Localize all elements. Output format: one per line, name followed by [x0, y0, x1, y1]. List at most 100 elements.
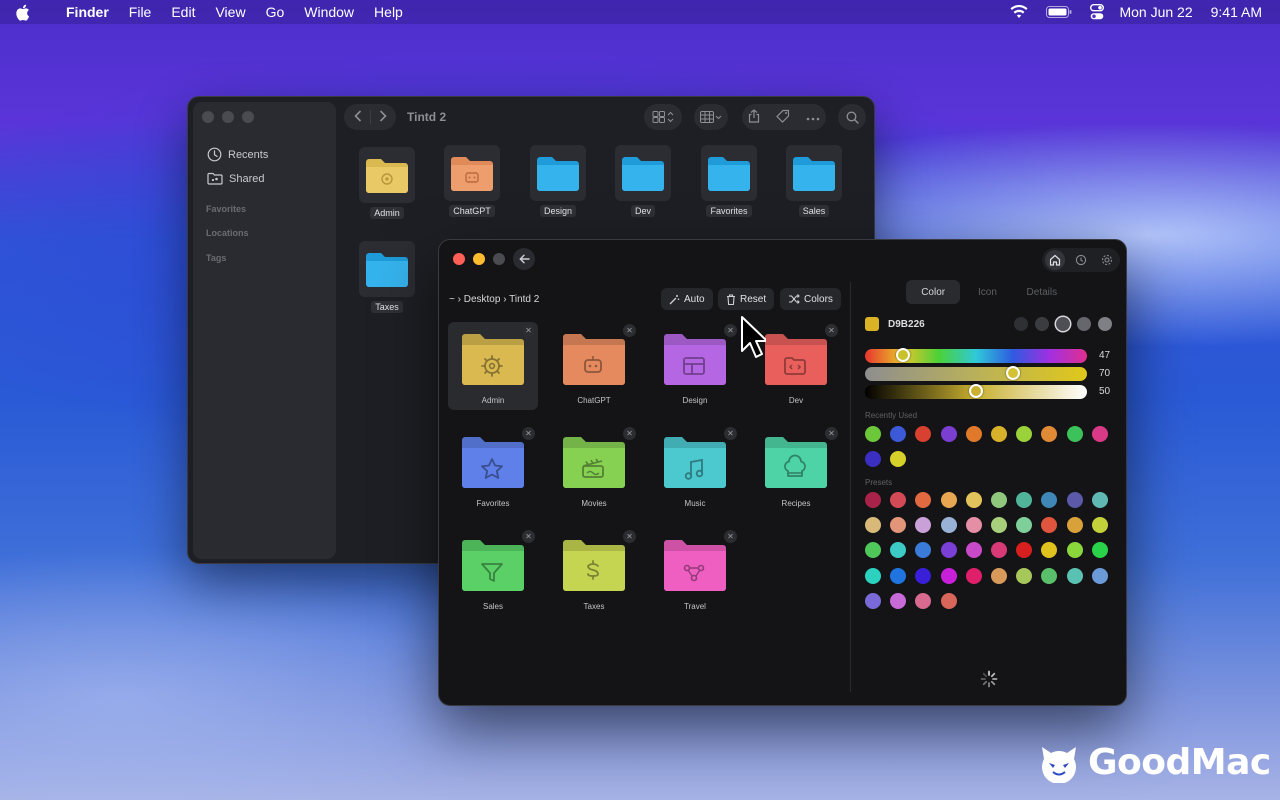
color-swatch[interactable]	[890, 426, 907, 442]
shade-swatch[interactable]	[1014, 317, 1028, 331]
tag-button[interactable]	[776, 109, 790, 126]
minimize-button[interactable]	[222, 111, 234, 123]
folder-item[interactable]: Sales	[785, 145, 843, 219]
color-swatch[interactable]	[1041, 492, 1058, 508]
menu-help[interactable]: Help	[364, 0, 413, 24]
breadcrumb[interactable]: ~ › Desktop › Tintd 2	[449, 294, 539, 305]
colors-button[interactable]: Colors	[780, 288, 841, 310]
sidebar-section-favorites[interactable]: Favorites	[206, 204, 246, 214]
color-swatch[interactable]	[1066, 492, 1083, 508]
auto-button[interactable]: Auto	[661, 288, 713, 310]
close-button[interactable]	[202, 111, 214, 123]
menu-date[interactable]: Mon Jun 22	[1113, 0, 1202, 24]
folder-item-sales[interactable]: ✕ Sales	[448, 528, 538, 616]
color-swatch[interactable]	[991, 517, 1007, 534]
color-swatch[interactable]	[940, 517, 957, 534]
zoom-button[interactable]	[242, 111, 254, 123]
shade-swatch[interactable]	[1098, 317, 1112, 331]
color-swatch[interactable]	[1041, 542, 1058, 559]
color-swatch[interactable]	[965, 517, 982, 534]
folder-item[interactable]: Taxes	[358, 241, 416, 315]
folder-item-admin[interactable]: ✕ Admin	[448, 322, 538, 410]
folder-item[interactable]: Design	[529, 145, 587, 219]
color-swatch[interactable]	[1066, 567, 1083, 584]
shade-swatch[interactable]	[1035, 317, 1049, 331]
minimize-button[interactable]	[473, 253, 485, 265]
folder-item-design[interactable]: ✕ Design	[650, 322, 740, 410]
menu-file[interactable]: File	[119, 0, 162, 24]
color-swatch[interactable]	[1091, 567, 1108, 584]
color-swatch[interactable]	[991, 542, 1007, 559]
color-swatch[interactable]	[1066, 426, 1083, 442]
color-swatch[interactable]	[865, 542, 881, 559]
color-swatch[interactable]	[940, 492, 957, 508]
folder-item-chatgpt[interactable]: ✕ ChatGPT	[549, 322, 639, 410]
color-swatch[interactable]	[1091, 492, 1108, 508]
color-swatch[interactable]	[940, 426, 957, 442]
folder-item[interactable]: Dev	[614, 145, 672, 219]
search-button[interactable]	[838, 104, 866, 130]
wifi-icon[interactable]	[1001, 5, 1037, 19]
color-swatch[interactable]	[865, 592, 881, 609]
back-button[interactable]	[353, 109, 362, 125]
hex-value[interactable]: D9B226	[888, 319, 925, 330]
folder-item[interactable]: Admin	[358, 147, 416, 221]
folder-item-movies[interactable]: ✕ Movies	[549, 425, 639, 513]
tab-color[interactable]: Color	[906, 280, 961, 304]
color-swatch[interactable]	[991, 426, 1007, 442]
color-swatch[interactable]	[865, 492, 881, 508]
sidebar-item-recents[interactable]: Recents	[207, 147, 268, 162]
color-swatch[interactable]	[915, 492, 932, 508]
color-swatch[interactable]	[1016, 426, 1033, 442]
color-swatch[interactable]	[1066, 517, 1083, 534]
more-button[interactable]	[806, 110, 820, 124]
color-swatch[interactable]	[890, 517, 907, 534]
color-swatch[interactable]	[965, 492, 982, 508]
menu-edit[interactable]: Edit	[161, 0, 205, 24]
color-swatch[interactable]	[915, 542, 932, 559]
folder-item-taxes[interactable]: ✕ Taxes	[549, 528, 639, 616]
menu-app-name[interactable]: Finder	[44, 0, 119, 24]
folder-item[interactable]: ChatGPT	[443, 145, 501, 219]
control-center-icon[interactable]	[1081, 4, 1113, 20]
color-swatch[interactable]	[940, 567, 957, 584]
folder-item[interactable]: Favorites	[700, 145, 758, 219]
back-button[interactable]	[513, 248, 535, 270]
color-swatch[interactable]	[865, 451, 881, 468]
history-button[interactable]	[1071, 250, 1091, 270]
color-swatch[interactable]	[915, 567, 932, 584]
home-button[interactable]	[1045, 250, 1065, 270]
color-swatch[interactable]	[1016, 567, 1033, 584]
folder-item-travel[interactable]: ✕ Travel	[650, 528, 740, 616]
hue-slider-knob[interactable]	[896, 348, 911, 362]
color-swatch[interactable]	[890, 492, 907, 508]
hue-slider[interactable]	[865, 348, 1087, 363]
brightness-slider-knob[interactable]	[969, 384, 983, 398]
sidebar-section-tags[interactable]: Tags	[206, 253, 226, 263]
color-swatch[interactable]	[890, 567, 907, 584]
sidebar-section-locations[interactable]: Locations	[206, 228, 249, 238]
color-swatch[interactable]	[1041, 426, 1058, 442]
folder-item-music[interactable]: ✕ Music	[650, 425, 740, 513]
saturation-slider-knob[interactable]	[1006, 366, 1021, 380]
color-swatch[interactable]	[915, 426, 932, 442]
color-swatch[interactable]	[1041, 517, 1058, 534]
color-swatch[interactable]	[991, 492, 1007, 508]
color-swatch[interactable]	[1016, 542, 1033, 559]
share-button[interactable]	[748, 108, 760, 126]
tab-icon[interactable]: Icon	[960, 280, 1014, 304]
color-swatch[interactable]	[965, 542, 982, 559]
color-swatch[interactable]	[915, 517, 932, 534]
color-swatch[interactable]	[890, 542, 907, 559]
menu-view[interactable]: View	[205, 0, 255, 24]
color-swatch[interactable]	[965, 567, 982, 584]
color-swatch[interactable]	[865, 517, 881, 534]
sidebar-item-shared[interactable]: Shared	[207, 172, 264, 185]
shade-swatch[interactable]	[1077, 317, 1091, 331]
color-swatch[interactable]	[890, 592, 907, 609]
menu-window[interactable]: Window	[294, 0, 364, 24]
color-swatch[interactable]	[865, 426, 881, 442]
battery-icon[interactable]	[1037, 6, 1081, 18]
shade-swatch[interactable]	[1056, 317, 1070, 331]
reset-button[interactable]: Reset	[718, 288, 775, 310]
